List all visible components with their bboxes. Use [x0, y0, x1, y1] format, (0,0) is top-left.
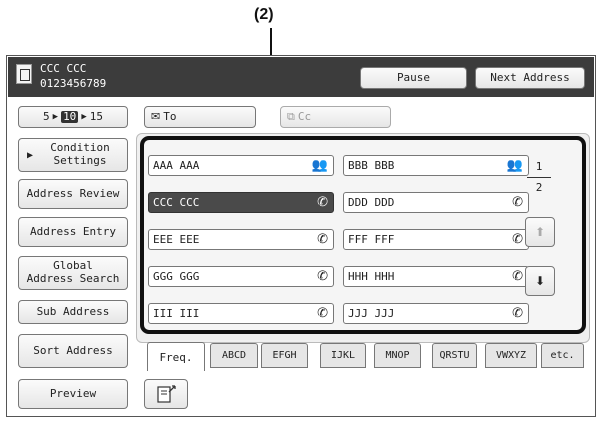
cc-button[interactable]: ⧉ Cc — [280, 106, 391, 128]
address-key[interactable]: JJJ JJJ ✆ — [343, 303, 529, 324]
tab-ijkl[interactable]: IJKL — [320, 343, 366, 368]
phone-icon: ✆ — [317, 306, 328, 321]
group-icon: 👥 — [506, 158, 523, 173]
phone-icon: ✆ — [512, 269, 523, 284]
phone-icon: ✆ — [317, 232, 328, 247]
destination-number: 0123456789 — [40, 77, 107, 90]
address-review-button[interactable]: Address Review — [18, 179, 128, 209]
address-key[interactable]: GGG GGG ✆ — [148, 266, 334, 287]
condition-settings-label: Condition Settings — [50, 141, 110, 167]
tab-mnop[interactable]: MNOP — [374, 343, 421, 368]
address-key-label: GGG GGG — [153, 270, 200, 283]
address-key[interactable]: EEE EEE ✆ — [148, 229, 334, 250]
arrow-up-icon: ⬆ — [534, 225, 546, 239]
envelope-icon: ✉ — [151, 109, 161, 123]
phone-icon: ✆ — [317, 269, 328, 284]
destination-name: CCC CCC — [40, 62, 87, 75]
address-key-label: DDD DDD — [348, 196, 395, 209]
callout-label: (2) — [254, 6, 274, 23]
address-key[interactable]: AAA AAA 👥 — [148, 155, 334, 176]
global-address-search-button[interactable]: Global Address Search — [18, 256, 128, 290]
display-count-10: 10 — [61, 109, 79, 124]
cc-icon: ⧉ — [287, 109, 295, 123]
address-key[interactable]: DDD DDD ✆ — [343, 192, 529, 213]
destination-icon — [16, 64, 32, 84]
address-key-label: III III — [153, 307, 200, 320]
scroll-down-button[interactable]: ⬇ — [525, 266, 555, 296]
tab-abcd[interactable]: ABCD — [210, 343, 258, 368]
address-book-icon — [157, 385, 176, 403]
address-key[interactable]: BBB BBB 👥 — [343, 155, 529, 176]
address-key-label: AAA AAA — [153, 159, 200, 172]
address-entry-button[interactable]: Address Entry — [18, 217, 128, 247]
preview-button[interactable]: Preview — [18, 379, 128, 409]
to-button[interactable]: ✉ To — [144, 106, 256, 128]
page-indicator: 1 2 — [524, 160, 554, 194]
arrow-down-icon: ⬇ — [534, 274, 546, 288]
scroll-up-button[interactable]: ⬆ — [525, 217, 555, 247]
triangle-right-icon: ▶ — [27, 150, 34, 161]
next-address-button[interactable]: Next Address — [475, 67, 585, 89]
pause-button[interactable]: Pause — [360, 67, 467, 89]
address-key-label: BBB BBB — [348, 159, 395, 172]
address-key-label: EEE EEE — [153, 233, 200, 246]
tab-etc[interactable]: etc. — [541, 343, 584, 368]
display-count-15: 15 — [89, 109, 103, 123]
address-key-label: JJJ JJJ — [348, 307, 395, 320]
to-label: To — [163, 109, 177, 123]
tab-freq[interactable]: Freq. — [147, 342, 205, 371]
display-count-switch[interactable]: 5 ▶ 10 ▶ 15 — [18, 106, 128, 128]
phone-icon: ✆ — [512, 306, 523, 321]
address-key[interactable]: HHH HHH ✆ — [343, 266, 529, 287]
address-key[interactable]: III III ✆ — [148, 303, 334, 324]
sub-address-button[interactable]: Sub Address — [18, 300, 128, 324]
triangle-right-icon: ▶ — [52, 111, 59, 122]
direct-address-button[interactable] — [144, 379, 188, 409]
group-icon: 👥 — [311, 158, 328, 173]
phone-icon: ✆ — [512, 195, 523, 210]
address-key-label: FFF FFF — [348, 233, 395, 246]
tab-vwxyz[interactable]: VWXYZ — [485, 343, 537, 368]
phone-icon: ✆ — [317, 195, 328, 210]
current-page: 1 — [535, 160, 543, 173]
condition-settings-button[interactable]: ▶ Condition Settings — [18, 138, 128, 172]
total-pages: 2 — [535, 181, 543, 194]
phone-icon: ✆ — [512, 232, 523, 247]
triangle-right-icon: ▶ — [81, 111, 87, 122]
address-key[interactable]: CCC CCC ✆ — [148, 192, 334, 213]
tab-efgh[interactable]: EFGH — [261, 343, 308, 368]
cc-label: Cc — [297, 109, 312, 123]
tab-qrstu[interactable]: QRSTU — [432, 343, 477, 368]
address-key-label: CCC CCC — [153, 196, 200, 209]
display-count-5: 5 — [43, 109, 50, 123]
address-key-label: HHH HHH — [348, 270, 395, 283]
sort-address-button[interactable]: Sort Address — [18, 334, 128, 368]
address-key[interactable]: FFF FFF ✆ — [343, 229, 529, 250]
page-separator — [527, 177, 551, 178]
